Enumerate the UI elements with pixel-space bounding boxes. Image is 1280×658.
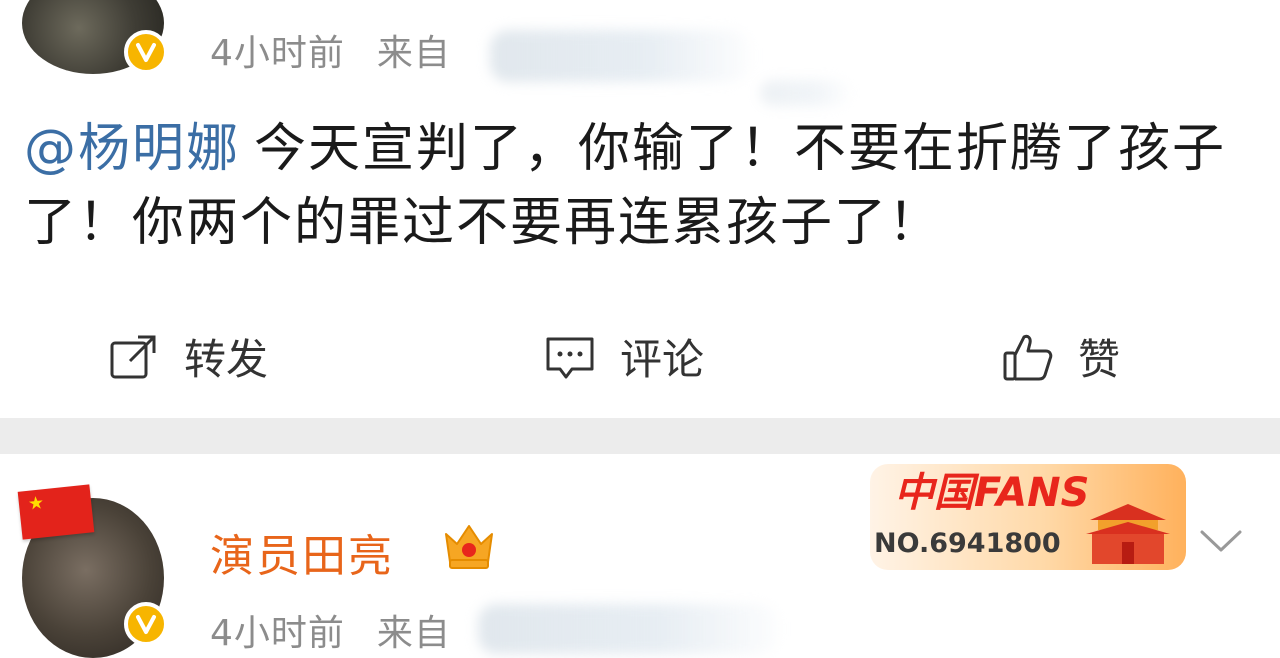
like-button[interactable]: 赞: [1002, 326, 1120, 387]
comment-icon: [546, 337, 594, 378]
repost-button[interactable]: 转发: [108, 326, 268, 387]
repost-icon: [110, 335, 156, 378]
weibo-post-1: 4小时前 来自 @杨明娜 今天宣判了，你输了！不要在折腾了孩子了！你两个的罪过不要…: [0, 0, 1280, 420]
username[interactable]: 演员田亮: [210, 520, 394, 584]
blurred-source: [760, 80, 850, 106]
fans-badge-number: NO.6941800: [874, 528, 1061, 559]
repost-label: 转发: [184, 335, 269, 384]
post-meta: 4小时前 来自: [210, 604, 451, 656]
fans-badge-title: 中国FANS: [894, 470, 1090, 516]
comment-button[interactable]: 评论: [544, 326, 704, 387]
mention-link[interactable]: @杨明娜: [24, 119, 240, 179]
flag-icon: ★: [17, 484, 95, 540]
verified-v-icon: [124, 602, 168, 646]
post-separator: [0, 418, 1280, 454]
post-source-label: 来自: [376, 613, 451, 654]
like-label: 赞: [1078, 335, 1121, 384]
post-actions: 转发 评论 赞: [0, 320, 1280, 400]
blurred-source: [478, 604, 778, 654]
blurred-source: [490, 30, 750, 82]
fans-badge[interactable]: 中国FANS NO.6941800: [848, 458, 1188, 576]
like-icon: [1003, 334, 1053, 380]
verified-v-icon: [124, 30, 168, 74]
chevron-down-icon[interactable]: [1198, 528, 1244, 556]
post-content: @杨明娜 今天宣判了，你输了！不要在折腾了孩子了！你两个的罪过不要再连累孩子了！: [24, 112, 1244, 260]
gate-icon: [1086, 504, 1170, 564]
crown-icon: [445, 525, 493, 569]
comment-label: 评论: [620, 335, 705, 384]
post-time: 4小时前: [210, 33, 345, 74]
post-time: 4小时前: [210, 613, 345, 654]
post-source-label: 来自: [376, 33, 451, 74]
post-meta: 4小时前 来自: [210, 24, 451, 76]
weibo-post-2: ★ 演员田亮 中国FANS NO.6941800 4小时前 来自: [0, 454, 1280, 658]
